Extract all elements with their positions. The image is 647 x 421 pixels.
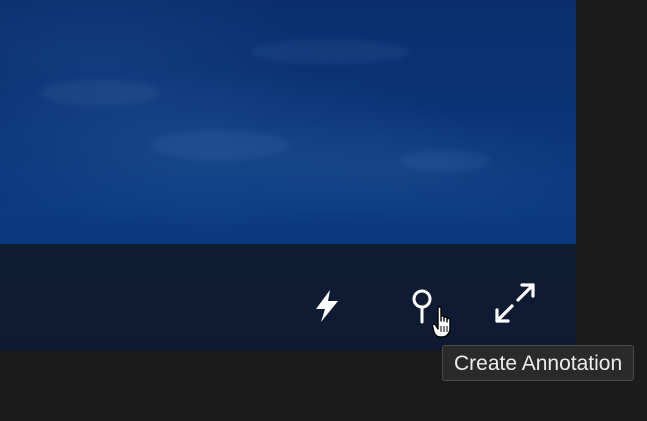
expand-arrows-icon: [495, 283, 535, 323]
water-ripple: [400, 150, 490, 172]
water-ripple: [250, 40, 410, 64]
tooltip: Create Annotation: [442, 345, 635, 381]
app-window: Create Annotation: [0, 0, 647, 421]
create-annotation-button[interactable]: [408, 289, 436, 325]
fullscreen-button[interactable]: [493, 281, 537, 325]
player-control-bar: [0, 244, 576, 350]
lightning-bolt-icon: [316, 290, 338, 322]
water-ripple: [40, 80, 160, 106]
water-ripple: [150, 130, 290, 160]
map-pin-icon: [412, 289, 432, 324]
flash-button[interactable]: [310, 288, 344, 324]
